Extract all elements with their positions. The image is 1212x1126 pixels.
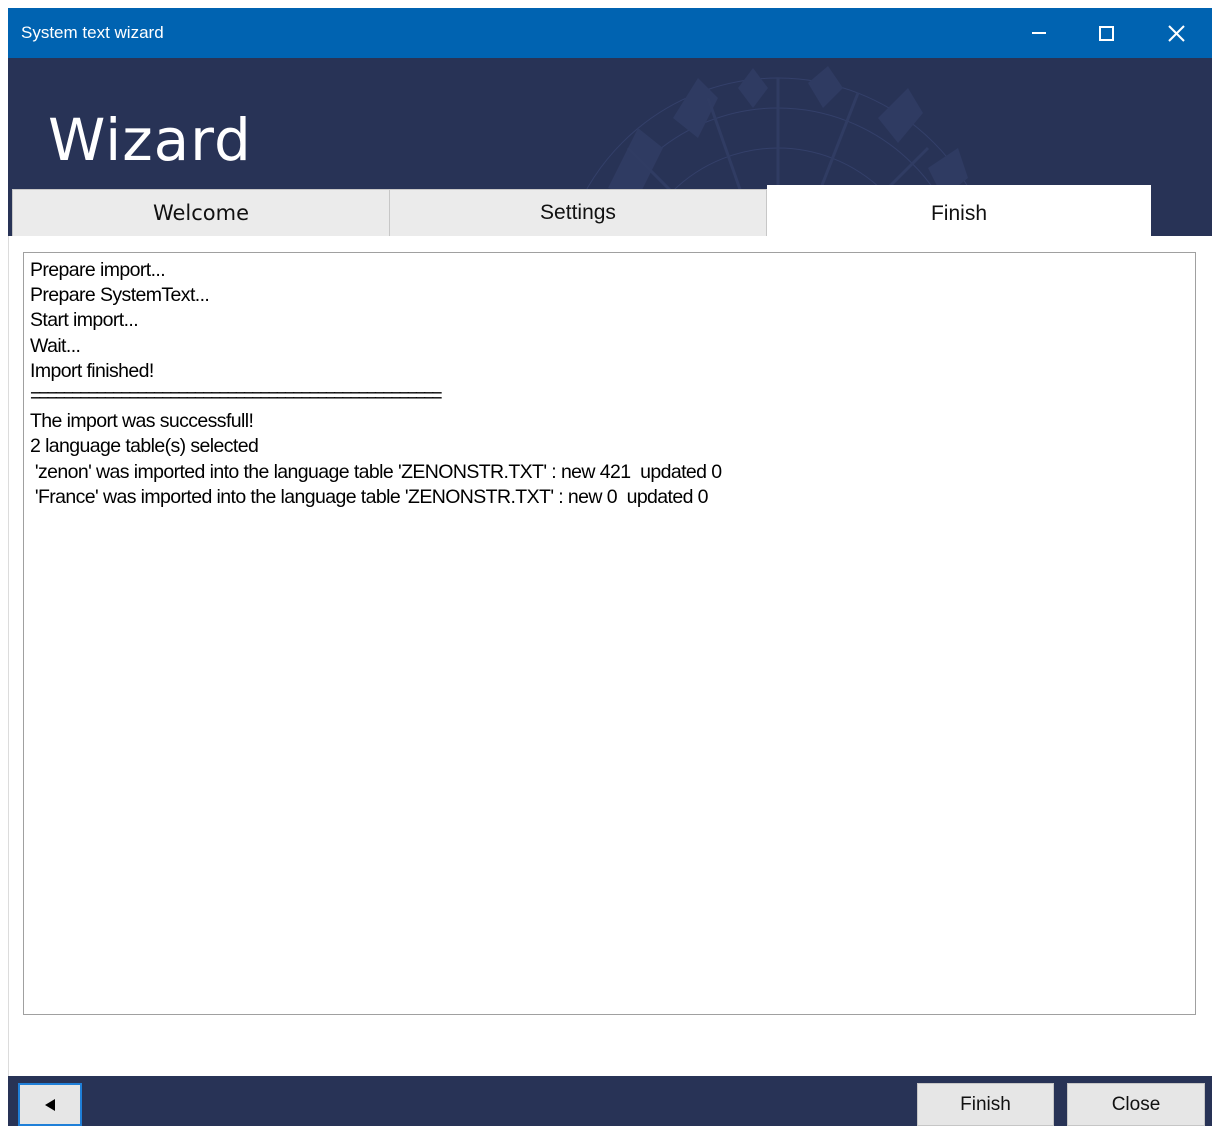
tab-strip: Welcome Settings Finish: [8, 185, 1212, 236]
log-line: Wait...: [30, 334, 81, 357]
minimize-button[interactable]: [1003, 8, 1075, 58]
close-window-button[interactable]: [1140, 8, 1212, 58]
window-title: System text wizard: [21, 23, 164, 42]
log-line: Prepare SystemText...: [30, 284, 210, 307]
import-log-textbox[interactable]: Prepare import... Prepare SystemText... …: [23, 252, 1196, 1015]
maximize-button[interactable]: [1070, 8, 1142, 58]
log-line: 'France' was imported into the language …: [30, 485, 709, 508]
triangle-left-icon: [45, 1098, 55, 1111]
log-line: Import finished!: [30, 359, 154, 382]
log-line: Prepare import...: [30, 259, 166, 281]
back-button[interactable]: [18, 1083, 82, 1126]
title-bar[interactable]: System text wizard: [8, 8, 1212, 58]
log-separator-line: ========================================…: [30, 385, 443, 408]
tab-welcome[interactable]: Welcome: [12, 189, 390, 236]
log-line: 2 language table(s) selected: [30, 435, 259, 458]
finish-button[interactable]: Finish: [917, 1083, 1054, 1126]
close-icon: [1167, 24, 1185, 42]
log-line: The import was successfull!: [30, 410, 254, 433]
maximize-icon: [1098, 25, 1114, 41]
log-line: Start import...: [30, 309, 139, 332]
wizard-window: System text wizard Wizard Welcome Settin…: [0, 0, 1212, 1126]
wizard-title: Wizard: [48, 106, 252, 174]
tab-settings[interactable]: Settings: [389, 189, 767, 236]
minimize-icon: [1032, 32, 1046, 34]
tab-finish[interactable]: Finish: [767, 185, 1151, 236]
wizard-footer: Finish Close: [8, 1076, 1212, 1126]
close-button[interactable]: Close: [1067, 1083, 1205, 1126]
log-line: 'zenon' was imported into the language t…: [30, 460, 722, 483]
